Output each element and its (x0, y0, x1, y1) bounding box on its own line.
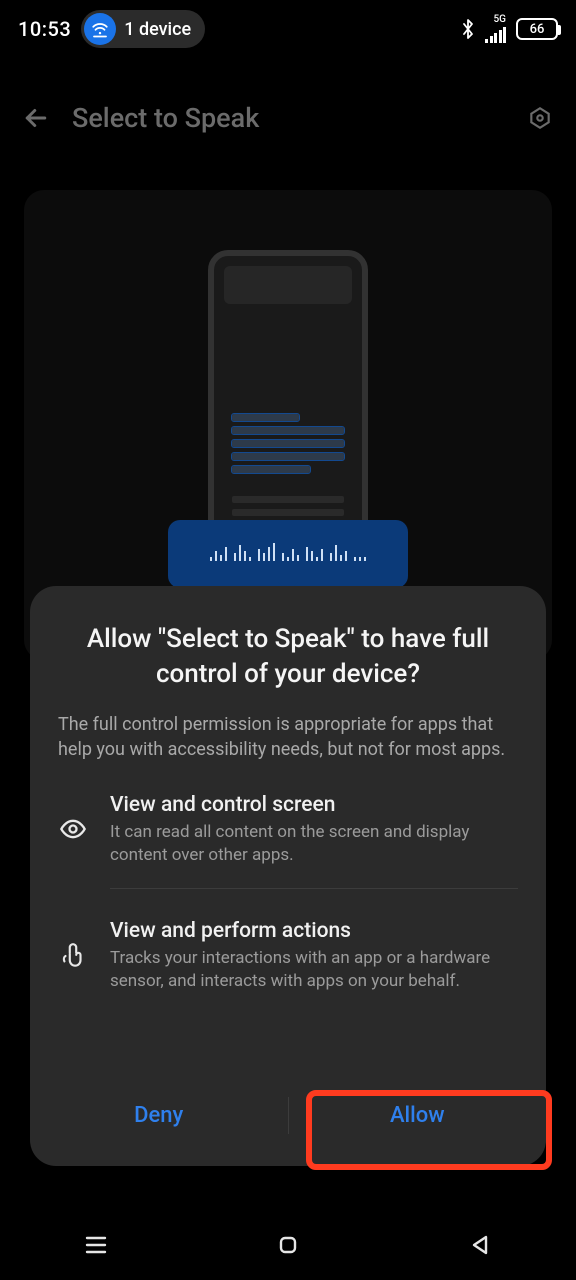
settings-gear-icon[interactable] (524, 102, 556, 134)
bluetooth-icon (461, 18, 475, 40)
cast-device-count: 1 device (124, 19, 191, 40)
dialog-subtitle: The full control permission is appropria… (58, 712, 518, 762)
permission-perform-actions: View and perform actions Tracks your int… (58, 919, 518, 993)
deny-button[interactable]: Deny (30, 1083, 288, 1148)
cellular-signal-icon: 5G (485, 15, 506, 43)
home-button[interactable] (271, 1228, 305, 1262)
page-title: Select to Speak (72, 102, 259, 134)
dialog-actions: Deny Allow (30, 1083, 546, 1148)
recent-apps-button[interactable] (79, 1228, 113, 1262)
app-header: Select to Speak (0, 88, 576, 148)
wifi-cast-icon (84, 13, 116, 45)
divider (110, 888, 518, 889)
dialog-title: Allow "Select to Speak" to have full con… (58, 622, 518, 692)
permission-title: View and perform actions (110, 919, 518, 943)
battery-icon: 66 (516, 18, 558, 40)
battery-level: 66 (530, 22, 545, 37)
permission-dialog: Allow "Select to Speak" to have full con… (30, 586, 546, 1166)
eye-icon (58, 815, 88, 843)
illustration-speech-bubble (168, 520, 408, 588)
permission-description: It can read all content on the screen an… (110, 821, 518, 867)
allow-button[interactable]: Allow (289, 1083, 547, 1148)
back-arrow-icon[interactable] (20, 102, 52, 134)
permission-title: View and control screen (110, 793, 518, 817)
permission-view-screen: View and control screen It can read all … (58, 793, 518, 867)
system-nav-bar (0, 1210, 576, 1280)
status-bar: 10:53 1 device 5G 6 (0, 0, 576, 58)
network-type-label: 5G (494, 15, 507, 25)
back-button[interactable] (463, 1228, 497, 1262)
cast-devices-chip[interactable]: 1 device (81, 10, 205, 48)
touch-icon (58, 941, 88, 971)
permission-description: Tracks your interactions with an app or … (110, 947, 518, 993)
status-time: 10:53 (18, 17, 71, 41)
